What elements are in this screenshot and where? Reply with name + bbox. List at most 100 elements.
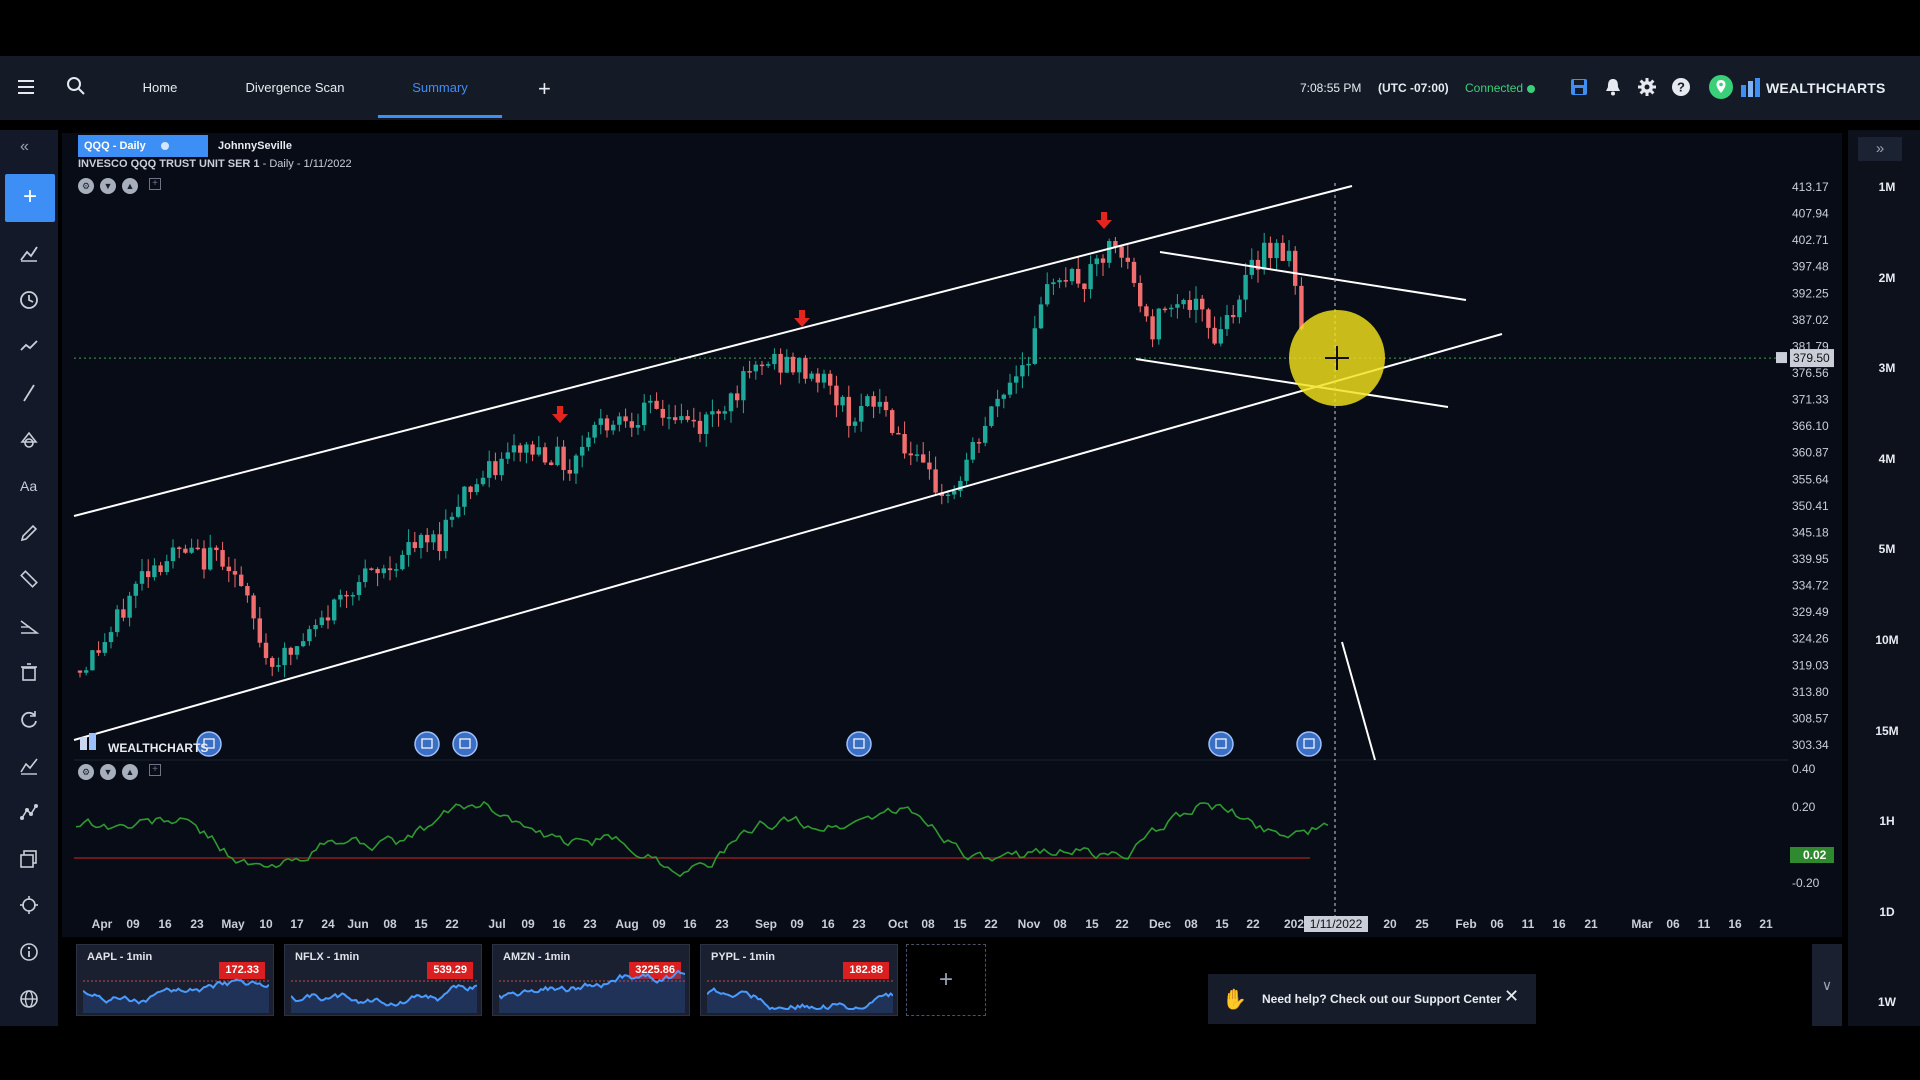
support-text[interactable]: Need help? Check out our Support Center bbox=[1262, 974, 1501, 1024]
collapse-right-icon[interactable]: » bbox=[1858, 137, 1902, 161]
candle-body bbox=[1224, 314, 1230, 330]
timeframe-2m[interactable]: 2M bbox=[1862, 271, 1912, 285]
trend-icon[interactable] bbox=[18, 335, 40, 357]
timeframe-1d[interactable]: 1D bbox=[1862, 905, 1912, 919]
candle-body bbox=[449, 516, 455, 520]
waving-hand-icon: ✋ bbox=[1222, 989, 1247, 1011]
candle-body bbox=[697, 420, 703, 434]
candle-body bbox=[1001, 394, 1006, 399]
timeframe-1w[interactable]: 1W bbox=[1862, 995, 1912, 1009]
line-icon[interactable] bbox=[18, 382, 40, 404]
fib-icon[interactable] bbox=[18, 615, 40, 637]
target-icon[interactable] bbox=[18, 894, 40, 916]
save-icon[interactable] bbox=[1568, 76, 1590, 98]
candle-body bbox=[189, 547, 194, 553]
collapse-left-icon[interactable]: « bbox=[20, 138, 29, 156]
help-icon[interactable]: ? bbox=[1670, 76, 1692, 98]
candle-body bbox=[710, 411, 715, 415]
date-axis-label: 15 bbox=[953, 917, 967, 931]
date-axis-label: 16 bbox=[1728, 917, 1742, 931]
candle-body bbox=[716, 411, 721, 414]
pane-add-icon[interactable]: + bbox=[149, 178, 161, 190]
close-icon[interactable]: ✕ bbox=[1504, 986, 1519, 1007]
symbol-tab[interactable]: QQQ - Daily bbox=[78, 135, 208, 157]
text-icon[interactable]: Aa bbox=[18, 475, 40, 497]
price-axis-label: 308.57 bbox=[1792, 711, 1829, 725]
candle-body bbox=[115, 609, 120, 633]
pencil-icon[interactable] bbox=[18, 522, 40, 544]
hamburger-icon[interactable] bbox=[18, 80, 34, 94]
timeframe-4m[interactable]: 4M bbox=[1862, 452, 1912, 466]
connection-status: Connected bbox=[1465, 81, 1524, 95]
timeframe-3m[interactable]: 3M bbox=[1862, 361, 1912, 375]
price-chart[interactable]: 413.17407.94402.71397.48392.25387.02381.… bbox=[62, 133, 1842, 937]
info-icon[interactable] bbox=[18, 941, 40, 963]
chart-line-icon[interactable] bbox=[18, 755, 40, 777]
oscillator-add-icon[interactable]: + bbox=[149, 764, 161, 776]
oscillator-settings-icon[interactable]: ⚙ bbox=[78, 764, 94, 780]
pane-settings-icon[interactable]: ⚙ bbox=[78, 178, 94, 194]
candle-body bbox=[102, 642, 107, 653]
chart-period: - Daily - 1/11/2022 bbox=[262, 158, 352, 170]
candle-body bbox=[945, 494, 951, 497]
date-axis-label: 08 bbox=[921, 917, 935, 931]
shapes-icon[interactable] bbox=[18, 428, 40, 450]
mini-chart-nflx[interactable]: NFLX - 1min 539.29 bbox=[284, 944, 482, 1016]
candle-body bbox=[598, 418, 603, 425]
timeframe-1m[interactable]: 1M bbox=[1862, 180, 1912, 194]
candle-body bbox=[1032, 328, 1037, 364]
candle-body bbox=[511, 445, 517, 453]
instrument-name: INVESCO QQQ TRUST UNIT SER 1 bbox=[78, 158, 260, 170]
clock-icon[interactable] bbox=[18, 289, 40, 311]
candle-body bbox=[1063, 280, 1068, 282]
pattern-icon[interactable] bbox=[18, 801, 40, 823]
timeframe-10m[interactable]: 10M bbox=[1862, 633, 1912, 647]
candle-body bbox=[301, 641, 306, 647]
ruler-icon[interactable] bbox=[18, 568, 40, 590]
candle-body bbox=[921, 454, 926, 463]
candle-body bbox=[989, 406, 994, 426]
candle-body bbox=[927, 462, 932, 470]
mini-chart-aapl[interactable]: AAPL - 1min 172.33 bbox=[76, 944, 274, 1016]
candle-body bbox=[1200, 298, 1205, 310]
pane-up-icon[interactable]: ▲ bbox=[122, 178, 138, 194]
oscillator-down-icon[interactable]: ▼ bbox=[100, 764, 116, 780]
trash-icon[interactable] bbox=[18, 661, 40, 683]
add-tab-button[interactable]: + bbox=[538, 76, 551, 102]
timeframe-1h[interactable]: 1H bbox=[1862, 814, 1912, 828]
candle-body bbox=[1231, 314, 1236, 318]
search-icon[interactable] bbox=[66, 76, 86, 96]
user-tab[interactable]: JohnnySeville bbox=[218, 135, 292, 157]
timeframe-15m[interactable]: 15M bbox=[1862, 724, 1912, 738]
tab-home[interactable]: Home bbox=[130, 56, 190, 120]
indicator-icon[interactable] bbox=[18, 242, 40, 264]
date-axis-label: Apr bbox=[92, 917, 113, 931]
gear-icon[interactable] bbox=[1636, 76, 1658, 98]
layers-icon[interactable] bbox=[18, 848, 40, 870]
tab-summary[interactable]: Summary bbox=[378, 56, 502, 120]
date-axis-label: 20 bbox=[1383, 917, 1397, 931]
tab-divergence-scan[interactable]: Divergence Scan bbox=[232, 56, 358, 120]
expand-down-icon[interactable]: ∨ bbox=[1812, 944, 1842, 1026]
candle-body bbox=[524, 444, 529, 453]
mini-chart-pypl[interactable]: PYPL - 1min 182.88 bbox=[700, 944, 898, 1016]
timeframe-5m[interactable]: 5M bbox=[1862, 542, 1912, 556]
bell-icon[interactable] bbox=[1602, 76, 1624, 98]
candle-body bbox=[728, 393, 734, 412]
globe-icon[interactable] bbox=[18, 988, 40, 1010]
refresh-icon[interactable] bbox=[18, 708, 40, 730]
location-icon[interactable] bbox=[1708, 74, 1734, 100]
date-axis-label: May bbox=[221, 917, 245, 931]
pane-down-icon[interactable]: ▼ bbox=[100, 178, 116, 194]
date-axis-label: 10 bbox=[259, 917, 273, 931]
candle-body bbox=[1156, 308, 1161, 340]
oscillator-up-icon[interactable]: ▲ bbox=[122, 764, 138, 780]
mini-chart-amzn[interactable]: AMZN - 1min 3225.86 bbox=[492, 944, 690, 1016]
crosshair-add-button[interactable]: + bbox=[5, 174, 55, 222]
timeframe-bar bbox=[1848, 130, 1920, 1026]
lower-channel-line bbox=[73, 333, 1503, 741]
add-ticker-button[interactable]: + bbox=[906, 944, 986, 1016]
candle-body bbox=[164, 561, 169, 573]
svg-text:Aa: Aa bbox=[20, 478, 37, 494]
candle-body bbox=[133, 583, 138, 596]
